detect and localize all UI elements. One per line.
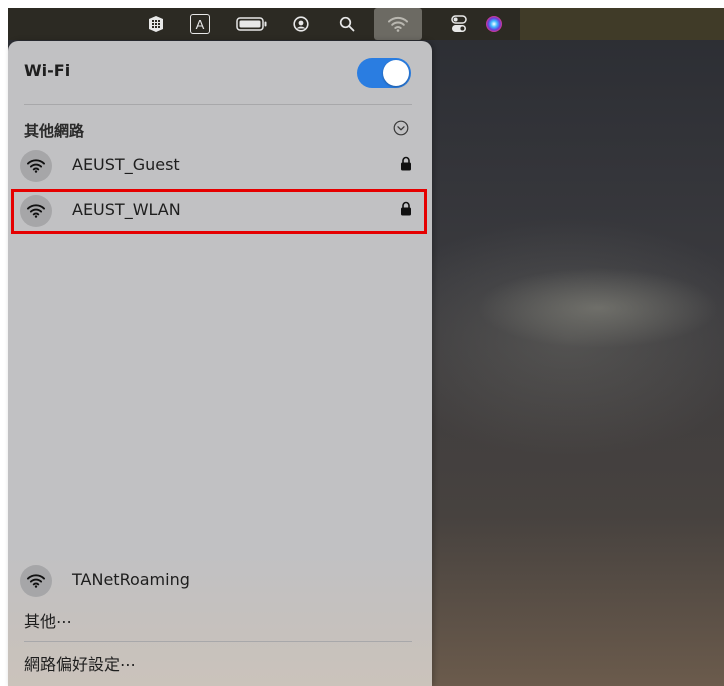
other-networks-menu-item[interactable]: 其他⋯ — [24, 608, 72, 632]
wifi-icon[interactable] — [374, 8, 422, 40]
network-row-tanetroaming[interactable]: TANetRoaming — [20, 561, 420, 599]
siri-icon[interactable] — [482, 8, 506, 40]
menu-bar: A — [8, 8, 724, 40]
wifi-title: Wi-Fi — [24, 61, 71, 80]
wifi-menu-panel: Wi-Fi 其他網路 AEUST_Guest AEUST_WLAN TANetR… — [8, 41, 432, 686]
input-source-icon[interactable]: A — [188, 8, 212, 40]
selection-highlight-box — [11, 189, 427, 234]
network-name: TANetRoaming — [72, 570, 190, 589]
battery-icon[interactable] — [234, 8, 270, 40]
other-networks-label: 其他網路 — [24, 122, 85, 140]
wifi-signal-icon — [20, 150, 52, 182]
network-preferences-menu-item[interactable]: 網路偏好設定⋯ — [24, 651, 136, 675]
divider — [24, 641, 412, 642]
wifi-toggle-knob — [383, 60, 409, 86]
network-row-aeust-guest[interactable]: AEUST_Guest — [20, 146, 420, 184]
wifi-signal-icon — [20, 565, 52, 597]
wifi-toggle[interactable] — [357, 58, 411, 88]
control-center-icon[interactable] — [448, 8, 470, 40]
chevron-collapse-icon[interactable] — [393, 120, 409, 140]
user-icon[interactable] — [290, 8, 312, 40]
input-source-label: A — [190, 14, 210, 34]
lock-icon — [400, 156, 412, 175]
divider — [24, 104, 412, 105]
app-grid-icon[interactable] — [144, 8, 168, 40]
network-name: AEUST_Guest — [72, 155, 180, 174]
search-icon[interactable] — [336, 8, 358, 40]
